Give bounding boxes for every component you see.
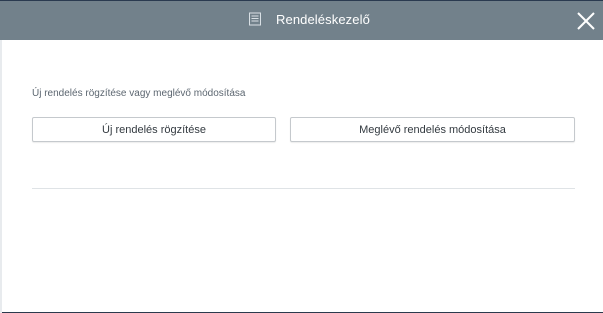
divider [32, 188, 575, 189]
dialog-header: Rendeléskezelő [0, 1, 603, 40]
close-icon[interactable] [574, 9, 598, 33]
left-edge-strip [0, 40, 2, 313]
instruction-text: Új rendelés rögzítése vagy meglévő módos… [32, 88, 246, 99]
order-manager-dialog: Rendeléskezelő Új rendelés rögzítése vag… [0, 0, 603, 313]
new-order-button[interactable]: Új rendelés rögzítése [32, 117, 276, 142]
dialog-title: Rendeléskezelő [276, 12, 370, 27]
list-document-icon [248, 12, 262, 26]
modify-order-button[interactable]: Meglévő rendelés módosítása [290, 117, 575, 142]
